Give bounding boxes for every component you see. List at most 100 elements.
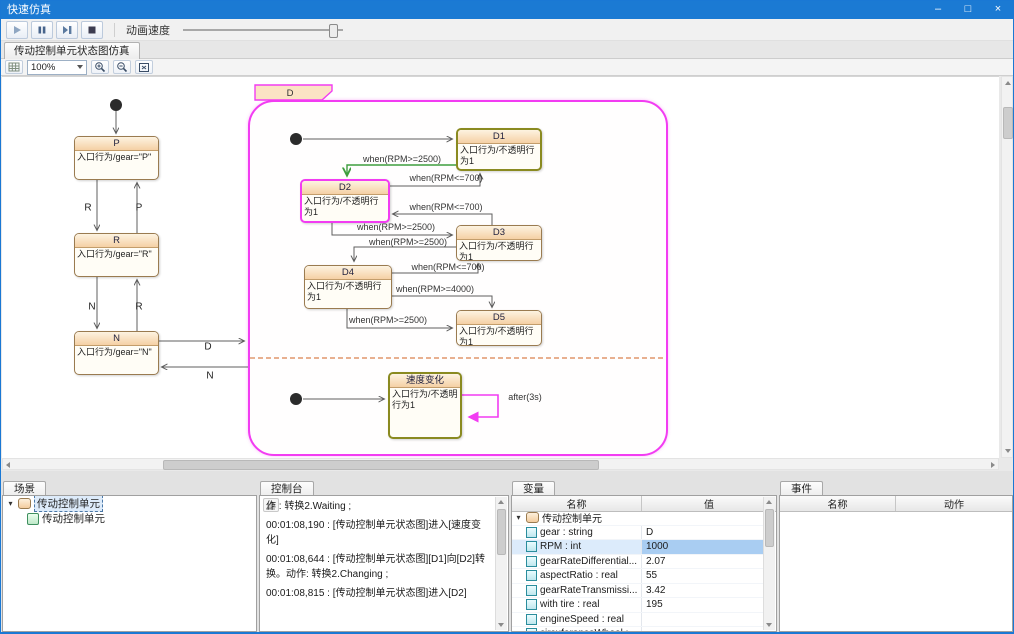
stop-button[interactable]	[81, 21, 103, 39]
state-speed-change[interactable]: 速度变化 入口行为/不透明行为1	[388, 372, 462, 439]
transition-label: after(3s)	[508, 392, 542, 402]
step-button[interactable]	[56, 21, 78, 39]
scroll-up-icon[interactable]	[1005, 81, 1011, 85]
run-button[interactable]	[6, 21, 28, 39]
variable-value[interactable]: 3.42	[642, 584, 763, 598]
transition-label: when(RPM<=700)	[409, 173, 482, 183]
column-header-name[interactable]: 名称	[780, 496, 896, 511]
variables-rows: ▾ 传动控制单元 gear : string D RPM : int 1000 …	[512, 511, 763, 631]
animation-speed-slider[interactable]	[183, 23, 343, 37]
state-D5[interactable]: D5 入口行为/不透明行为1	[456, 310, 542, 346]
scroll-right-icon[interactable]	[991, 462, 995, 468]
scrollbar-thumb[interactable]	[497, 509, 506, 555]
zoom-value: 100%	[31, 62, 55, 73]
variable-name: aspectRatio : real	[540, 570, 618, 581]
grid-icon	[8, 62, 20, 72]
collapse-icon[interactable]: ▾	[6, 499, 15, 508]
scroll-down-icon[interactable]	[498, 623, 504, 627]
console-log[interactable]: 作 : 转换2.Waiting ; 00:01:08,190 : [传动控制单元…	[264, 499, 493, 630]
variable-name: engineSpeed : real	[540, 614, 624, 625]
variable-value[interactable]	[642, 613, 763, 627]
state-title: D1	[458, 130, 540, 144]
step-icon	[62, 25, 73, 35]
state-D4[interactable]: D4 入口行为/不透明行为1	[304, 265, 392, 309]
animation-speed-label: 动画速度	[126, 22, 170, 38]
variable-row[interactable]: engineSpeed : real	[512, 613, 763, 628]
transition-label: when(RPM>=2500)	[363, 154, 441, 164]
fit-to-window-icon	[138, 62, 150, 73]
diagram-area: D	[1, 76, 1013, 471]
variable-row[interactable]: gearRateTransmissi... 3.42	[512, 584, 763, 599]
variable-row[interactable]: gearRateDifferential... 2.07	[512, 555, 763, 570]
toolbar-separator	[114, 23, 115, 37]
scroll-up-icon[interactable]	[498, 500, 504, 504]
console-scrollbar[interactable]	[495, 497, 507, 630]
variable-value[interactable]: 55	[642, 569, 763, 583]
scrollbar-thumb[interactable]	[1003, 107, 1013, 139]
pause-button[interactable]	[31, 21, 53, 39]
tree-item-root[interactable]: ▾ 传动控制单元	[3, 496, 256, 511]
transition-label: D	[204, 342, 211, 353]
scrollbar-thumb[interactable]	[765, 509, 774, 547]
variable-value[interactable]: D	[642, 526, 763, 540]
canvas-horizontal-scrollbar[interactable]	[2, 458, 999, 470]
state-R[interactable]: R 入口行为/gear="R"	[74, 233, 159, 277]
fit-to-window-button[interactable]	[135, 60, 153, 74]
chevron-down-icon	[77, 65, 83, 69]
column-header-name[interactable]: 名称	[512, 496, 642, 511]
variable-value[interactable]: 2.07	[642, 555, 763, 569]
state-N[interactable]: N 入口行为/gear="N"	[74, 331, 159, 375]
close-button[interactable]: ×	[983, 1, 1013, 19]
tree-item-child[interactable]: 传动控制单元	[3, 511, 256, 526]
zoom-select[interactable]: 100%	[27, 60, 87, 75]
variable-name: gear : string	[540, 527, 593, 538]
variable-row[interactable]: aspectRatio : real 55	[512, 569, 763, 584]
variable-row[interactable]: with tire : real 195	[512, 598, 763, 613]
variable-value[interactable]: 195	[642, 598, 763, 612]
zoom-in-button[interactable]	[91, 60, 109, 74]
state-title: 速度变化	[390, 374, 460, 388]
canvas-vertical-scrollbar[interactable]	[1001, 76, 1013, 458]
scroll-down-icon[interactable]	[1005, 449, 1011, 453]
transition-label: when(RPM>=2500)	[369, 237, 447, 247]
maximize-button[interactable]: □	[953, 1, 983, 19]
events-table: 名称 动作	[779, 495, 1013, 632]
scroll-down-icon[interactable]	[766, 623, 772, 627]
diagram-canvas[interactable]: D	[2, 76, 999, 458]
variable-row[interactable]: circuferenceWheel :...	[512, 627, 763, 631]
variable-icon	[526, 614, 537, 625]
transition-label: R	[84, 203, 91, 214]
state-D3[interactable]: D3 入口行为/不透明行为1	[456, 225, 542, 261]
transition-label: when(RPM>=2500)	[357, 222, 435, 232]
stop-icon	[87, 25, 97, 35]
variable-row-selected[interactable]: RPM : int 1000	[512, 540, 763, 555]
minimize-button[interactable]: –	[923, 1, 953, 19]
variable-row[interactable]: gear : string D	[512, 526, 763, 541]
composite-tab-label: D	[287, 88, 294, 99]
document-tabstrip: 传动控制单元状态图仿真	[1, 41, 1013, 59]
variable-group-row[interactable]: ▾ 传动控制单元	[512, 511, 763, 526]
slider-thumb[interactable]	[329, 24, 338, 38]
variable-value[interactable]	[642, 627, 763, 631]
variable-value[interactable]: 1000	[642, 540, 763, 554]
column-header-value[interactable]: 值	[642, 496, 776, 511]
tab-statechart-simulation[interactable]: 传动控制单元状态图仿真	[4, 42, 140, 59]
collapse-icon[interactable]: ▾	[514, 513, 523, 522]
state-body: 入口行为/不透明行为1	[390, 388, 460, 412]
variables-scrollbar[interactable]	[763, 497, 775, 630]
zoom-out-button[interactable]	[113, 60, 131, 74]
state-D1[interactable]: D1 入口行为/不透明行为1	[456, 128, 542, 171]
state-body: 入口行为/不透明行为1	[457, 240, 541, 261]
scrollbar-thumb[interactable]	[163, 460, 599, 470]
scroll-left-icon[interactable]	[6, 462, 10, 468]
variable-group-label: 传动控制单元	[542, 511, 602, 525]
variable-name: gearRateTransmissi...	[540, 585, 637, 596]
variable-icon	[526, 541, 537, 552]
grid-button[interactable]	[5, 60, 23, 74]
panel-splitter[interactable]	[1, 471, 1013, 479]
scroll-up-icon[interactable]	[766, 500, 772, 504]
scene-tree[interactable]: ▾ 传动控制单元 传动控制单元	[2, 495, 257, 632]
state-D2-active[interactable]: D2 入口行为/不透明行为1	[300, 179, 390, 223]
column-header-action[interactable]: 动作	[896, 496, 1012, 511]
state-P[interactable]: P 入口行为/gear="P"	[74, 136, 159, 180]
